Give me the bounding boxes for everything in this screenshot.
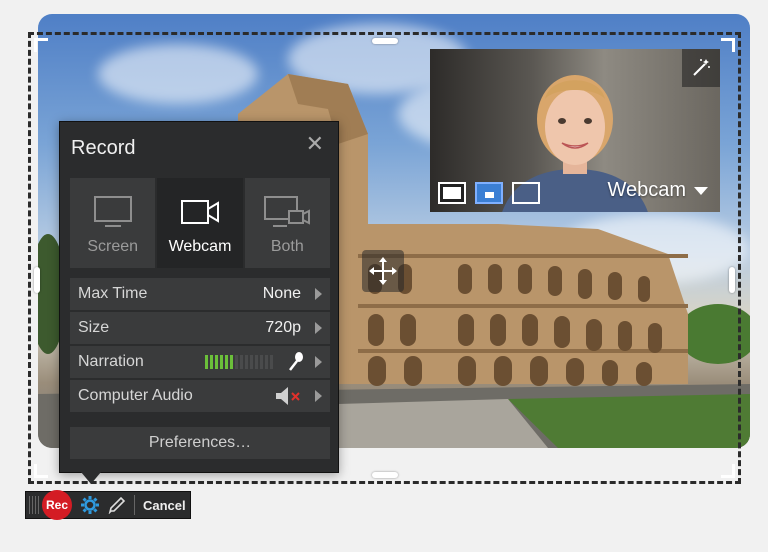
mode-both-button[interactable]: Both [244,178,330,268]
setting-label: Max Time [78,285,148,302]
level-bar [255,355,258,369]
gear-icon[interactable] [80,495,100,515]
corner-handle-bottom-left[interactable] [34,464,48,478]
drag-grip-icon[interactable] [26,492,42,518]
level-bar [230,355,233,369]
preferences-button[interactable]: Preferences… [70,427,330,459]
level-bar [215,355,218,369]
webcam-icon [180,200,219,224]
level-bar [270,355,273,369]
speaker-muted-icon [276,387,300,405]
chevron-right-icon [315,322,322,334]
level-bar [245,355,248,369]
settings-list: Max Time None Size 720p Narration Comput… [70,278,330,414]
setting-size[interactable]: Size 720p [70,312,330,344]
mode-both-label: Both [270,238,304,255]
setting-label: Computer Audio [78,387,193,404]
setting-label: Size [78,319,110,336]
setting-narration[interactable]: Narration [70,346,330,378]
edge-handle-right[interactable] [729,267,735,293]
setting-value: 720p [265,319,301,336]
screen-recorder-stage: Webcam Record ✕ Screen Webcam Both Max T… [0,0,768,552]
cancel-button[interactable]: Cancel [143,498,186,513]
mode-screen-label: Screen [87,238,139,255]
level-bar [260,355,263,369]
panel-title: Record [71,137,136,159]
corner-handle-top-left[interactable] [34,38,48,52]
setting-max-time[interactable]: Max Time None [70,278,330,310]
edge-handle-top[interactable] [372,38,398,44]
level-bar [205,355,208,369]
screen-and-webcam-icon [264,196,311,227]
level-bar [210,355,213,369]
chevron-right-icon [315,390,322,402]
level-bar [220,355,223,369]
record-mode-selector: Screen Webcam Both [70,178,330,268]
level-bar [265,355,268,369]
chevron-right-icon [315,356,322,368]
pencil-icon[interactable] [108,496,126,514]
corner-handle-bottom-right[interactable] [721,464,735,478]
panel-pointer [81,472,101,484]
mode-screen-button[interactable]: Screen [70,178,156,268]
corner-handle-top-right[interactable] [721,38,735,52]
chevron-right-icon [315,288,322,300]
audio-level-meter [205,355,273,369]
level-bar [250,355,253,369]
level-bar [235,355,238,369]
recording-toolbar: Rec Cancel [25,490,191,520]
setting-label: Narration [78,353,144,370]
level-bar [240,355,243,369]
toolbar-divider [134,495,135,515]
mode-webcam-label: Webcam [168,238,232,255]
edge-handle-left[interactable] [34,267,40,293]
record-button[interactable]: Rec [42,490,72,520]
edge-handle-bottom[interactable] [372,472,398,478]
mode-webcam-button[interactable]: Webcam [157,178,243,268]
setting-computer-audio[interactable]: Computer Audio [70,380,330,412]
close-icon[interactable]: ✕ [306,133,324,155]
microphone-icon [289,352,303,371]
record-panel: Record ✕ Screen Webcam Both Max Time Non… [59,121,339,473]
setting-value: None [262,285,301,302]
monitor-icon [93,196,132,227]
level-bar [225,355,228,369]
